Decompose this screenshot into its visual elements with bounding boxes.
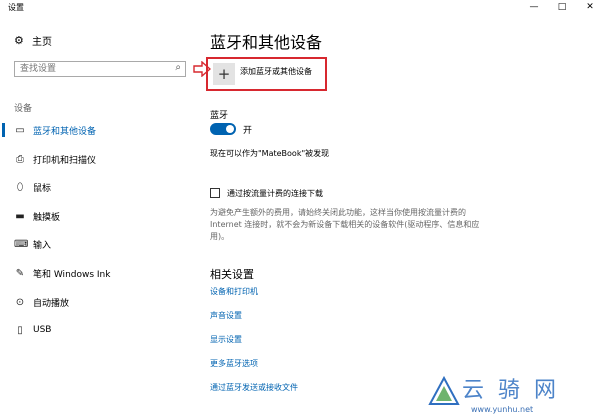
link-devices-printers[interactable]: 设备和打印机: [210, 286, 258, 297]
sidebar-item-typing[interactable]: ⌨ 输入: [0, 234, 196, 254]
related-settings-title: 相关设置: [210, 268, 254, 281]
gear-icon: ⚙: [14, 34, 24, 47]
search-box[interactable]: ⌕: [14, 61, 186, 77]
sidebar-item-printers[interactable]: ⎙ 打印机和扫描仪: [0, 149, 196, 169]
toggle-state-text: 开: [243, 126, 253, 136]
add-device-label: 添加蓝牙或其他设备: [240, 67, 312, 76]
sidebar-item-label: 打印机和扫描仪: [33, 155, 97, 166]
metered-download-label: 通过按流量计费的连接下载: [227, 189, 323, 198]
search-icon[interactable]: ⌕: [175, 62, 181, 73]
sidebar-item-usb[interactable]: ▯ USB: [0, 320, 196, 340]
sidebar-item-label: 输入: [33, 240, 52, 251]
sidebar-item-label: USB: [33, 325, 52, 335]
sidebar-item-autoplay[interactable]: ⊙ 自动播放: [0, 292, 196, 312]
touchpad-icon: ▬: [15, 210, 25, 222]
pen-icon: ✎: [15, 267, 25, 279]
minimize-button[interactable]: —: [520, 0, 548, 16]
sidebar-item-label: 鼠标: [33, 183, 52, 194]
usb-icon: ▯: [17, 324, 23, 336]
sidebar-item-label: 笔和 Windows Ink: [33, 269, 111, 280]
home-label: 主页: [32, 37, 52, 48]
watermark-url: www.yunhu.net: [471, 405, 534, 414]
link-bluetooth-file-transfer[interactable]: 通过蓝牙发送或接收文件: [210, 382, 298, 393]
printer-icon: ⎙: [16, 153, 24, 165]
section-label-devices: 设备: [14, 104, 33, 114]
bluetooth-toggle[interactable]: [210, 123, 236, 135]
link-sound-settings[interactable]: 声音设置: [210, 310, 242, 321]
sidebar: ⚙ 主页 ⌕ 设备 ▭ 蓝牙和其他设备 ⎙ 打印机和扫描仪 ⬯ 鼠标 ▬ 触摸板…: [0, 16, 196, 416]
watermark-brand: 云骑网: [462, 378, 571, 403]
sidebar-item-touchpad[interactable]: ▬ 触摸板: [0, 206, 196, 226]
plus-icon: +: [213, 63, 235, 85]
metered-download-checkbox[interactable]: [210, 188, 220, 198]
toggle-knob: [226, 125, 234, 133]
sidebar-item-label: 触摸板: [33, 212, 61, 223]
sidebar-item-pen[interactable]: ✎ 笔和 Windows Ink: [0, 263, 196, 283]
page-title: 蓝牙和其他设备: [210, 33, 323, 52]
link-more-bluetooth-options[interactable]: 更多蓝牙选项: [210, 358, 258, 369]
sidebar-item-label: 蓝牙和其他设备: [33, 126, 97, 137]
keyboard-icon: ⌨: [14, 238, 29, 250]
search-input[interactable]: [20, 63, 160, 75]
sidebar-item-mouse[interactable]: ⬯ 鼠标: [0, 177, 196, 197]
sidebar-item-bluetooth[interactable]: ▭ 蓝牙和其他设备: [0, 120, 196, 140]
autoplay-icon: ⊙: [15, 296, 25, 308]
add-device-button[interactable]: + 添加蓝牙或其他设备: [206, 57, 327, 91]
mouse-icon: ⬯: [16, 181, 24, 193]
maximize-button[interactable]: □: [548, 0, 576, 16]
home-nav-item[interactable]: ⚙ 主页: [14, 33, 52, 48]
bluetooth-icon: ▭: [15, 124, 25, 136]
sidebar-item-label: 自动播放: [33, 298, 70, 309]
link-display-settings[interactable]: 显示设置: [210, 334, 242, 345]
title-bar: 设置 — □ ✕: [0, 0, 604, 16]
watermark-logo-icon: [428, 376, 460, 405]
close-button[interactable]: ✕: [576, 0, 604, 16]
discoverable-text: 现在可以作为"MateBook"被发现: [210, 149, 330, 158]
main-content: 蓝牙和其他设备 + 添加蓝牙或其他设备 蓝牙 开 现在可以作为"MateBook…: [196, 16, 604, 416]
window-title: 设置: [8, 3, 24, 12]
bluetooth-label: 蓝牙: [210, 111, 229, 121]
metered-description: 为避免产生额外的费用，请始终关闭此功能，这样当你使用按流量计费的 Interne…: [210, 208, 480, 241]
